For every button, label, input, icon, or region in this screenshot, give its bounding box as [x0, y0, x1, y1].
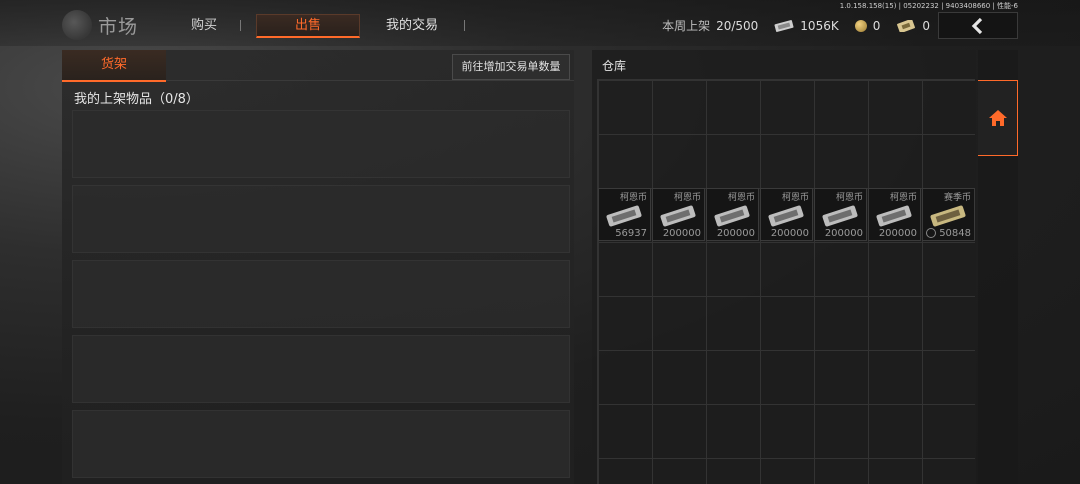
tab-buy[interactable]: 购买: [178, 14, 230, 38]
weekly-listing-value: 20/500: [716, 18, 759, 33]
warehouse-item[interactable]: 柯恩币 200000: [814, 188, 867, 241]
lock-icon: [926, 228, 936, 238]
version-text: 1.0.158.158(15) | 05202232 | 9403408660 …: [839, 2, 1018, 10]
cash-bundle-icon: [714, 205, 750, 227]
warehouse-grid: [597, 79, 975, 484]
item-count: 56937: [615, 228, 647, 239]
item-name: 柯恩币: [673, 193, 701, 203]
warehouse-panel: 仓库 柯恩币 56937 柯恩币 200000 柯恩币 200000 柯恩币 2…: [592, 50, 976, 484]
shelf-panel: 货架 前往增加交易单数量 我的上架物品（0/8）: [62, 50, 574, 484]
warehouse-item[interactable]: 赛季币 50848: [922, 188, 975, 241]
cash-bundle-icon: [606, 205, 642, 227]
item-name: 赛季币: [943, 193, 971, 203]
item-count: 200000: [770, 228, 809, 239]
shelf-slot[interactable]: [72, 185, 570, 253]
page-title: 市场: [98, 15, 139, 38]
item-count: 200000: [662, 228, 701, 239]
ticket-icon: [897, 19, 916, 32]
currency-ticket-value: 0: [922, 18, 930, 33]
warehouse-item[interactable]: 柯恩币 200000: [760, 188, 813, 241]
coin-icon: [854, 19, 867, 32]
item-count: 200000: [716, 228, 755, 239]
tab-separator: [240, 20, 241, 31]
tab-separator: [464, 20, 465, 31]
warehouse-item[interactable]: 柯恩币 200000: [652, 188, 705, 241]
chevron-left-icon: [971, 17, 983, 34]
currency-cash-value: 1056K: [800, 18, 839, 33]
tab-shelf[interactable]: 货架: [62, 50, 166, 82]
header-stats: 本周上架 20/500 1056K 0 0: [662, 17, 930, 34]
shelf-tab-divider: [166, 80, 574, 81]
home-icon: [988, 110, 1007, 126]
currency-coin-value: 0: [872, 18, 881, 33]
cash-bundle-icon: [876, 205, 912, 227]
weekly-listing-label: 本周上架: [662, 19, 711, 33]
item-count: 50848: [939, 228, 971, 239]
item-count: 200000: [824, 228, 863, 239]
tab-sell[interactable]: 出售: [256, 14, 360, 38]
market-title: 市场: [62, 10, 138, 40]
item-count: 200000: [878, 228, 917, 239]
shelf-slot[interactable]: [72, 110, 570, 178]
item-name: 柯恩币: [619, 193, 647, 203]
warehouse-item[interactable]: 柯恩币 200000: [868, 188, 921, 241]
item-name: 柯恩币: [835, 193, 863, 203]
globe-icon: [62, 10, 92, 40]
shelf-slot[interactable]: [72, 335, 570, 403]
warehouse-item[interactable]: 柯恩币 56937: [598, 188, 651, 241]
item-name: 柯恩币: [781, 193, 809, 203]
cash-bundle-icon: [768, 205, 804, 227]
cash-bundle-icon: [774, 19, 794, 32]
ticket-icon: [930, 205, 966, 227]
warehouse-item[interactable]: 柯恩币 200000: [706, 188, 759, 241]
cash-bundle-icon: [660, 205, 696, 227]
tab-my-trades[interactable]: 我的交易: [378, 14, 446, 38]
back-button[interactable]: [938, 12, 1018, 39]
warehouse-home-tab[interactable]: [978, 80, 1018, 156]
listed-items-title: 我的上架物品（0/8）: [74, 92, 199, 107]
item-name: 柯恩币: [889, 193, 917, 203]
add-trade-slots-button[interactable]: 前往增加交易单数量: [452, 54, 570, 80]
warehouse-title: 仓库: [602, 59, 627, 73]
cash-bundle-icon: [822, 205, 858, 227]
item-name: 柯恩币: [727, 193, 755, 203]
shelf-slot[interactable]: [72, 260, 570, 328]
shelf-slot[interactable]: [72, 410, 570, 478]
